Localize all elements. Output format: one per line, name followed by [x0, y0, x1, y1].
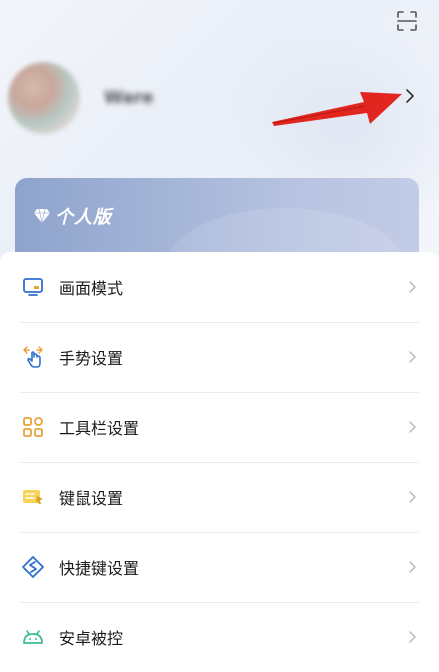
- version-label: 个人版: [55, 207, 112, 228]
- chevron-right-icon: [409, 561, 416, 573]
- scan-icon: [397, 11, 417, 31]
- chevron-right-icon: [409, 421, 416, 433]
- menu-item-label: 工具栏设置: [59, 419, 140, 438]
- shortcut-icon: [20, 554, 46, 580]
- version-label-group: 个人版: [33, 203, 112, 229]
- chevron-right-icon: [409, 351, 416, 363]
- menu-item-label: 键鼠设置: [59, 489, 124, 508]
- gesture-icon: [20, 344, 46, 370]
- grid-icon: [20, 414, 46, 440]
- menu-item-display-mode[interactable]: 画面模式: [0, 252, 439, 322]
- scan-button[interactable]: [394, 8, 420, 34]
- menu-item-label: 安卓被控: [59, 629, 124, 648]
- annotation-arrow-icon: [272, 92, 402, 126]
- settings-menu: 画面模式 手势设置 工具栏设置 键鼠设置 快捷键设置 安卓被控: [0, 252, 439, 652]
- keyboard-mouse-icon: [20, 484, 46, 510]
- diamond-icon: [34, 208, 50, 224]
- menu-item-keyboard-mouse-settings[interactable]: 键鼠设置: [0, 462, 439, 532]
- avatar[interactable]: [8, 62, 80, 134]
- menu-item-label: 画面模式: [59, 279, 124, 298]
- username: Ware: [104, 88, 154, 108]
- menu-item-android-control[interactable]: 安卓被控: [0, 602, 439, 672]
- chevron-right-icon: [409, 631, 416, 643]
- chevron-right-icon: [409, 491, 416, 503]
- menu-item-label: 手势设置: [59, 349, 124, 368]
- menu-item-shortcut-settings[interactable]: 快捷键设置: [0, 532, 439, 602]
- menu-item-label: 快捷键设置: [59, 559, 140, 578]
- monitor-icon: [20, 274, 46, 300]
- menu-item-toolbar-settings[interactable]: 工具栏设置: [0, 392, 439, 462]
- menu-item-gesture-settings[interactable]: 手势设置: [0, 322, 439, 392]
- android-icon: [20, 624, 46, 650]
- chevron-right-icon: [409, 281, 416, 293]
